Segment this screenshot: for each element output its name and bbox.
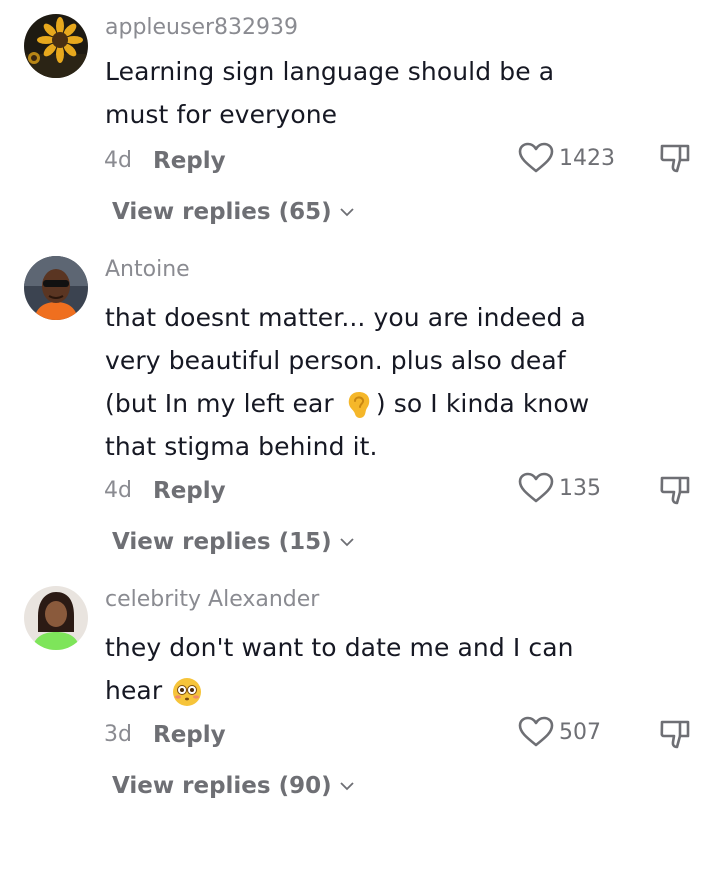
chevron-down-icon (340, 208, 354, 217)
reply-button[interactable]: Reply (153, 146, 226, 176)
avatar[interactable] (24, 586, 88, 650)
comment-line: very beautiful person. plus also deaf (105, 346, 566, 375)
comment-line: they don't want to date me and I can (105, 633, 574, 662)
comment-item: celebrity Alexander they don't want to d… (0, 586, 720, 886)
reply-button[interactable]: Reply (153, 476, 226, 506)
thumbs-down-icon (660, 144, 690, 173)
dislike-button[interactable] (658, 472, 694, 508)
thumbs-down-icon (660, 720, 690, 749)
comment-line: Learning sign language should be a (105, 57, 555, 86)
view-replies-button[interactable]: View replies (15) (112, 527, 355, 557)
comment-fragment: hear (105, 676, 171, 705)
comment-text: Learning sign language should be a must … (105, 50, 665, 136)
man-sunglasses-avatar-image (24, 256, 88, 320)
comment-text: that doesnt matter... you are indeed a v… (105, 296, 665, 468)
like-count: 507 (559, 719, 601, 745)
comment-text: they don't want to date me and I can hea… (105, 626, 665, 712)
heart-icon (518, 716, 554, 747)
comment-age: 3d (104, 722, 132, 747)
like-button[interactable]: 135 (518, 471, 601, 505)
flushed-face-emoji (173, 678, 202, 706)
dislike-button[interactable] (658, 140, 694, 176)
comment-age: 4d (104, 478, 132, 503)
dislike-button[interactable] (658, 716, 694, 752)
comment-item: Antoine that doesnt matter... you are in… (0, 256, 720, 556)
sunflower-avatar-image (24, 14, 88, 78)
comment-age: 4d (104, 148, 132, 173)
username[interactable]: celebrity Alexander (105, 586, 319, 614)
comment-line: (but In my left ear ) so I kinda know (105, 382, 665, 425)
username[interactable]: appleuser832939 (105, 14, 298, 42)
view-replies-label: View replies (15) (112, 529, 332, 555)
thumbs-down-icon (660, 476, 690, 505)
view-replies-label: View replies (65) (112, 199, 332, 225)
heart-icon (518, 472, 554, 503)
reply-button[interactable]: Reply (153, 720, 226, 750)
username[interactable]: Antoine (105, 256, 190, 284)
like-count: 1423 (559, 145, 615, 171)
chevron-down-icon (340, 538, 354, 547)
comment-line: hear (105, 669, 665, 712)
avatar[interactable] (24, 14, 88, 78)
view-replies-label: View replies (90) (112, 773, 332, 799)
comment-fragment: (but In my left ear (105, 389, 342, 418)
like-button[interactable]: 507 (518, 715, 601, 749)
woman-avatar-image (24, 586, 88, 650)
like-count: 135 (559, 475, 601, 501)
avatar[interactable] (24, 256, 88, 320)
view-replies-button[interactable]: View replies (90) (112, 771, 355, 801)
comment-line: that stigma behind it. (105, 432, 378, 461)
view-replies-button[interactable]: View replies (65) (112, 197, 355, 227)
like-button[interactable]: 1423 (518, 141, 615, 175)
comment-fragment: ) so I kinda know (375, 389, 590, 418)
heart-icon (518, 142, 554, 173)
comment-line: must for everyone (105, 100, 338, 129)
ear-emoji (348, 392, 370, 418)
comment-line: that doesnt matter... you are indeed a (105, 303, 586, 332)
chevron-down-icon (340, 782, 354, 791)
